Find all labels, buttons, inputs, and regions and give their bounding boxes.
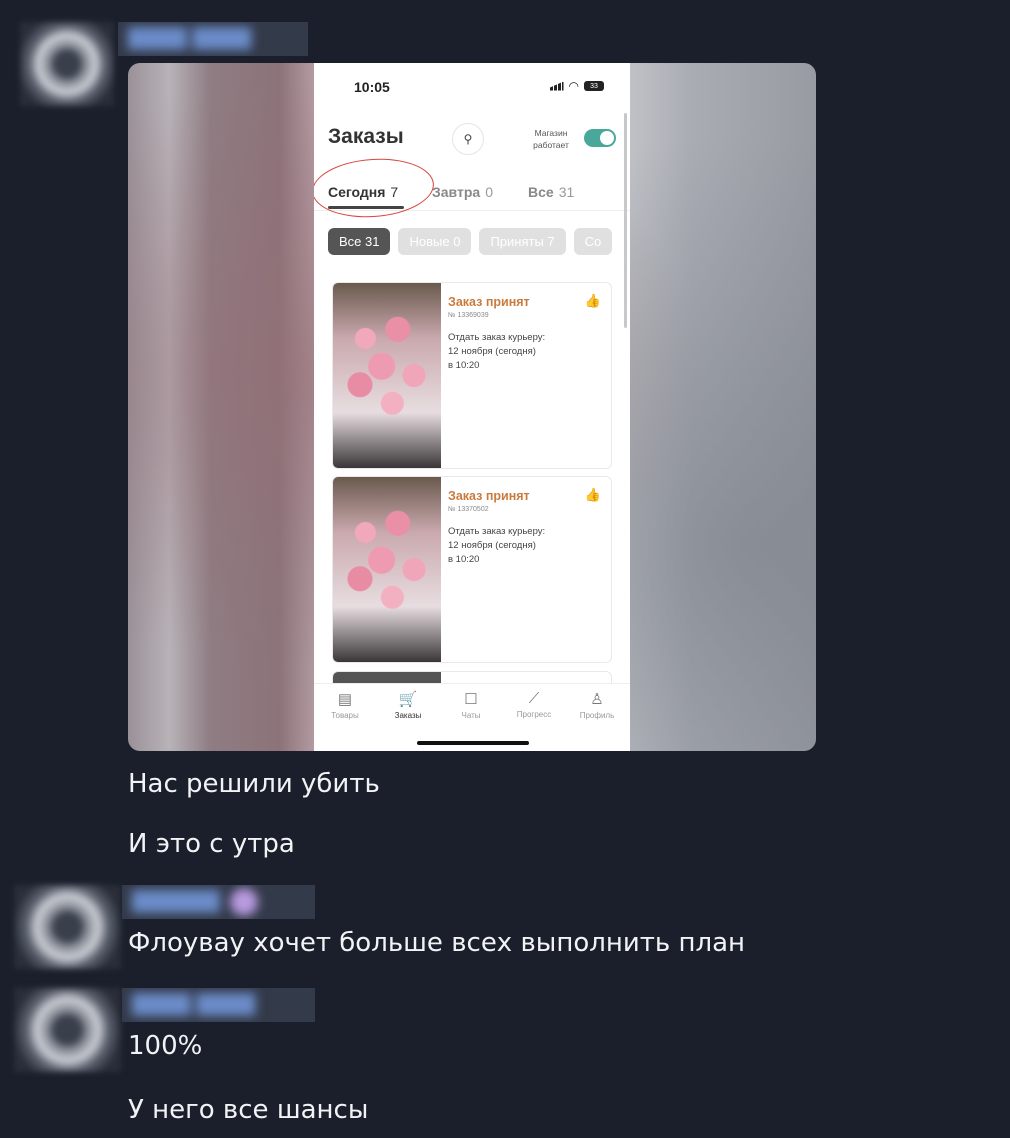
nav-goods: ▤ Товары [315,690,375,720]
order-number: № 13370502 [448,506,489,513]
tab-all: Все 31 [528,184,575,200]
sender-name-blurred[interactable]: ██████ [122,885,315,919]
thumbs-up-icon: 👍 [584,487,601,502]
shop-status-label: Магазин работает [533,128,569,150]
avatar[interactable] [14,885,121,969]
progress-icon: ⟋ [528,690,540,707]
message-text: 100% [128,1031,203,1061]
thumbs-up-icon: 👍 [584,293,601,308]
order-card: Заказ принят № 13370502 Отдать заказ кур… [332,476,612,663]
chip-truncated: Со [573,228,613,255]
status-time: 10:05 [354,79,390,95]
chip-new: Новые 0 [398,228,472,255]
avatar[interactable] [14,988,121,1072]
scrollbar [624,113,627,328]
sender-name-blurred[interactable]: ████ ████ [122,988,315,1022]
message-text: У него все шансы [128,1095,369,1125]
image-attachment[interactable]: 10:05 ◠ 33 Заказы ⚲ Магазин работает Сег… [128,63,816,751]
order-card: Заказ принят № 13369039 Отдать заказ кур… [332,282,612,469]
home-indicator [417,741,529,745]
filter-chips: Все 31 Новые 0 Приняты 7 Со [328,228,613,255]
nav-progress: ⟋ Прогресс [504,690,564,719]
bouquet-image [333,283,441,468]
page-title: Заказы [328,125,404,148]
message-text: Нас решили убить [128,769,380,799]
order-status: Заказ принят [448,489,530,503]
tab-tomorrow: Завтра 0 [432,184,493,200]
chat-icon: ☐ [464,691,478,708]
annotation-circle [314,154,436,222]
nav-profile: ♙ Профиль [567,690,627,720]
store-icon: ▤ [337,691,353,708]
nav-orders: 🛒 Заказы [378,690,438,720]
nav-chats: ☐ Чаты [441,690,501,720]
profile-icon: ♙ [590,691,604,708]
chip-all: Все 31 [328,228,391,255]
message-text: И это с утра [128,829,295,859]
shop-toggle [584,129,616,147]
order-details: Отдать заказ курьеру: 12 ноября (сегодня… [448,332,546,371]
search-icon: ⚲ [452,123,484,155]
status-icons: ◠ 33 [549,79,604,93]
wifi-icon: ◠ [568,79,579,93]
order-status: Заказ принят [448,295,530,309]
order-number: № 13369039 [448,312,489,319]
order-details: Отдать заказ курьеру: 12 ноября (сегодня… [448,526,546,565]
phone-screenshot: 10:05 ◠ 33 Заказы ⚲ Магазин работает Сег… [314,63,630,751]
battery-icon: 33 [584,81,604,91]
sender-name-blurred[interactable]: ████ ████ [118,22,308,56]
bouquet-image [333,477,441,662]
cart-icon: 🛒 [398,691,418,708]
chip-accepted: Приняты 7 [479,228,566,255]
avatar[interactable] [20,22,114,106]
signal-icon [549,81,564,91]
message-text: Флоувау хочет больше всех выполнить план [128,928,746,958]
